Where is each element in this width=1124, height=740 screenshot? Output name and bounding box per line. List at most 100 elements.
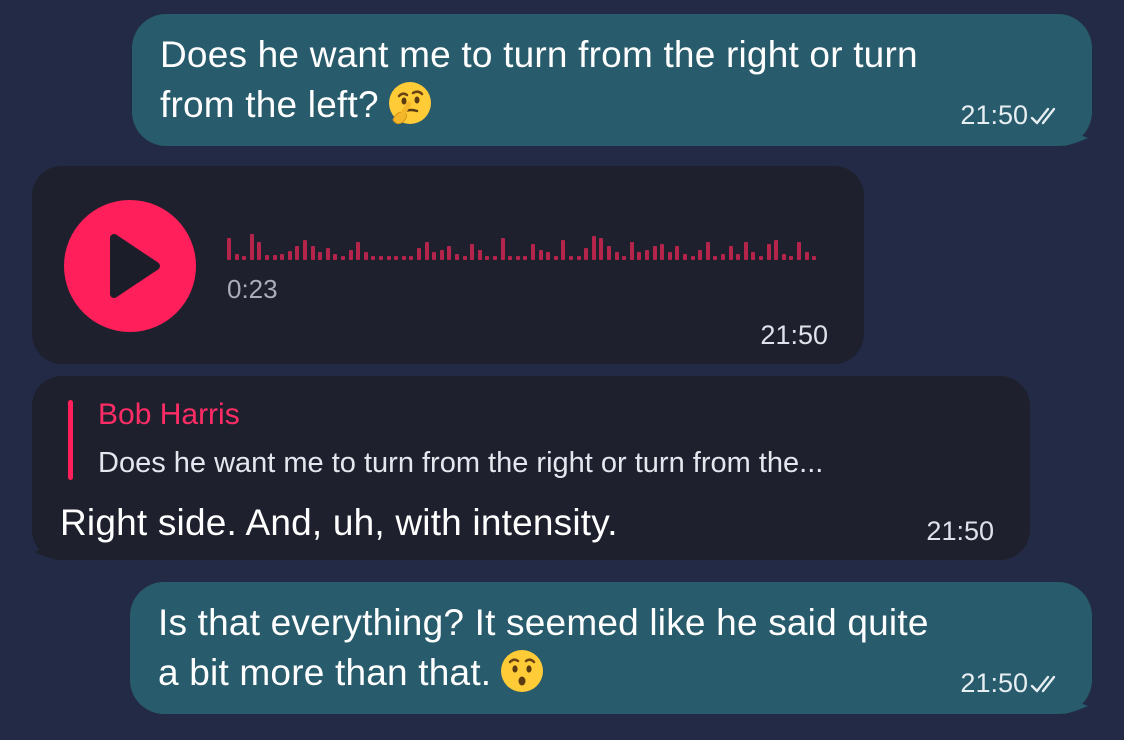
waveform-bar bbox=[455, 254, 459, 260]
waveform-bar bbox=[751, 252, 756, 260]
waveform-bar bbox=[553, 256, 558, 260]
waveform-bar bbox=[257, 242, 262, 260]
play-icon bbox=[110, 234, 160, 298]
waveform-bar bbox=[508, 256, 513, 260]
message-line: Is that everything? It seemed like he sa… bbox=[158, 602, 929, 643]
message-text: Right side. And, uh, with intensity. bbox=[60, 502, 618, 543]
waveform-bar bbox=[470, 244, 475, 260]
waveform-bar bbox=[424, 242, 429, 260]
waveform-bar bbox=[485, 256, 490, 260]
waveform-bar bbox=[325, 248, 330, 260]
play-button[interactable] bbox=[64, 200, 196, 332]
waveform-bar bbox=[333, 254, 338, 260]
message-bubble-outgoing[interactable]: Does he want me to turn from the right o… bbox=[132, 14, 1092, 146]
waveform-bar bbox=[713, 256, 718, 260]
voice-message-bubble[interactable]: 0:23 21:50 bbox=[32, 166, 864, 364]
waveform-bar bbox=[386, 256, 391, 260]
waveform-bar bbox=[561, 240, 566, 260]
waveform-bar bbox=[804, 252, 809, 260]
waveform-bar bbox=[318, 252, 323, 260]
waveform-bar bbox=[242, 256, 247, 260]
reply-preview[interactable]: Does he want me to turn from the right o… bbox=[98, 447, 823, 480]
double-check-icon bbox=[1030, 675, 1056, 693]
waveform-bar bbox=[401, 256, 406, 260]
waveform-bar bbox=[310, 246, 315, 260]
double-check-icon bbox=[1030, 107, 1056, 125]
waveform-bar bbox=[531, 244, 535, 260]
waveform-bar bbox=[797, 242, 801, 260]
thinking-face-icon bbox=[387, 80, 433, 139]
waveform-bar bbox=[622, 256, 627, 260]
waveform-bar bbox=[759, 256, 763, 260]
waveform-bar bbox=[683, 254, 687, 260]
waveform-bar bbox=[515, 256, 520, 260]
bubble-tail bbox=[1064, 674, 1088, 714]
waveform-bar bbox=[371, 256, 376, 260]
waveform-bar bbox=[667, 252, 672, 260]
waveform-bar bbox=[789, 256, 794, 260]
waveform-bar bbox=[774, 240, 779, 260]
waveform-bar bbox=[690, 256, 695, 260]
waveform-bar bbox=[447, 246, 452, 260]
bubble-tail bbox=[1064, 106, 1088, 146]
message-line: Does he want me to turn from the right o… bbox=[160, 34, 918, 75]
waveform-bar bbox=[607, 246, 611, 260]
waveform-bar bbox=[303, 240, 307, 260]
waveform-bar bbox=[743, 242, 748, 260]
voice-waveform[interactable] bbox=[227, 230, 827, 260]
waveform-bar bbox=[363, 252, 368, 260]
waveform-bar bbox=[569, 256, 573, 260]
waveform-bar bbox=[675, 246, 680, 260]
waveform-bar bbox=[348, 250, 353, 260]
waveform-bar bbox=[493, 256, 497, 260]
waveform-bar bbox=[227, 238, 231, 260]
waveform-bar bbox=[249, 234, 254, 260]
message-line: from the left? bbox=[160, 84, 379, 125]
waveform-bar bbox=[591, 236, 596, 260]
waveform-bar bbox=[280, 254, 285, 260]
reply-author[interactable]: Bob Harris bbox=[98, 398, 240, 432]
voice-duration: 0:23 bbox=[227, 274, 278, 304]
waveform-bar bbox=[576, 256, 581, 260]
waveform-bar bbox=[272, 255, 277, 260]
waveform-bar bbox=[439, 250, 444, 260]
reply-message-bubble[interactable]: Bob Harris Does he want me to turn from … bbox=[32, 376, 1030, 560]
waveform-bar bbox=[234, 254, 239, 260]
waveform-bar bbox=[379, 256, 383, 260]
message-time: 21:50 bbox=[960, 100, 1028, 130]
waveform-bar bbox=[728, 246, 733, 260]
message-text: Is that everything? It seemed like he sa… bbox=[158, 598, 929, 707]
waveform-bar bbox=[432, 252, 437, 260]
waveform-bar bbox=[614, 252, 619, 260]
message-time: 21:50 bbox=[760, 320, 828, 350]
waveform-bar bbox=[766, 244, 771, 260]
waveform-bar bbox=[660, 244, 665, 260]
waveform-bar bbox=[629, 242, 634, 260]
waveform-bar bbox=[705, 242, 710, 260]
message-bubble-outgoing[interactable]: Is that everything? It seemed like he sa… bbox=[130, 582, 1092, 714]
waveform-bar bbox=[698, 250, 703, 260]
waveform-bar bbox=[477, 250, 482, 260]
waveform-bar bbox=[523, 256, 528, 260]
waveform-bar bbox=[781, 254, 786, 260]
waveform-bar bbox=[538, 250, 543, 260]
message-text: Does he want me to turn from the right o… bbox=[160, 30, 918, 139]
waveform-bar bbox=[417, 248, 421, 260]
waveform-bar bbox=[409, 256, 414, 260]
waveform-bar bbox=[394, 256, 399, 260]
waveform-bar bbox=[341, 256, 345, 260]
message-time: 21:50 bbox=[926, 516, 994, 546]
waveform-bar bbox=[265, 255, 269, 260]
message-time: 21:50 bbox=[960, 668, 1028, 698]
waveform-bar bbox=[295, 246, 300, 260]
waveform-bar bbox=[546, 252, 551, 260]
message-line: a bit more than that. bbox=[158, 652, 492, 693]
waveform-bar bbox=[721, 254, 725, 260]
waveform-bar bbox=[462, 256, 467, 260]
hushed-face-icon bbox=[499, 648, 545, 707]
waveform-bar bbox=[637, 252, 642, 260]
waveform-bar bbox=[652, 246, 657, 260]
waveform-bar bbox=[584, 248, 589, 260]
waveform-bar bbox=[736, 254, 741, 260]
waveform-bar bbox=[599, 238, 604, 260]
